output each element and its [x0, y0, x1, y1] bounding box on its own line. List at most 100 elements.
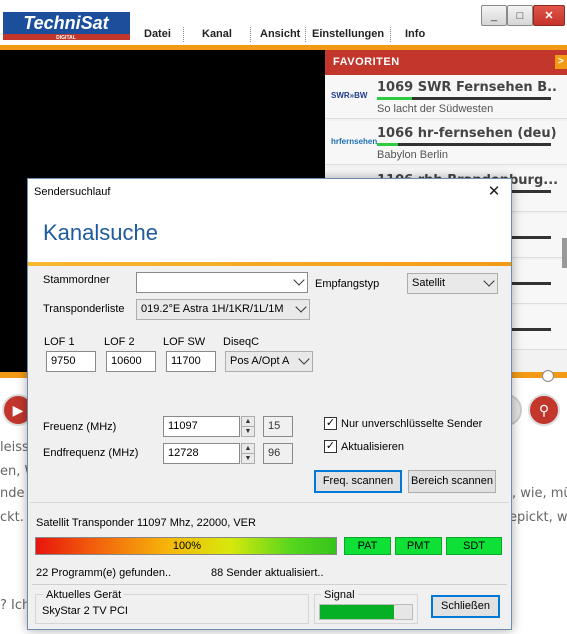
- favorites-scrollbar[interactable]: [562, 238, 567, 268]
- updated-count-text: 88 Sender aktualisiert..: [211, 567, 324, 579]
- transponderliste-label: Transponderliste: [43, 303, 125, 315]
- menu-ansicht[interactable]: Ansicht: [260, 28, 300, 40]
- spin-up-icon[interactable]: ▲: [242, 444, 254, 454]
- favorite-channel-item[interactable]: SWR»BW 1069 SWR Fernsehen B... So lacht de…: [325, 75, 567, 119]
- close-icon[interactable]: ✕: [485, 183, 503, 201]
- frequenz-label: Freuenz (MHz): [43, 421, 117, 433]
- device-groupbox: Aktuelles Gerät SkyStar 2 TV PCI: [35, 589, 309, 624]
- bg-text-line: leiss: [0, 440, 29, 455]
- empfangstyp-select[interactable]: Satellit: [407, 273, 498, 294]
- svg-text:TechniSat: TechniSat: [23, 13, 109, 33]
- sdt-badge: SDT: [446, 537, 502, 555]
- dialog-banner: Kanalsuche: [28, 206, 511, 266]
- minimize-button[interactable]: _: [481, 5, 507, 26]
- pat-badge: PAT: [344, 537, 391, 555]
- menu-kanal[interactable]: Kanal: [202, 28, 232, 40]
- lofsw-value: 11700: [171, 355, 201, 367]
- device-value: SkyStar 2 TV PCI: [42, 605, 128, 617]
- dialog-title: Sendersuchlauf: [34, 186, 111, 198]
- lofsw-label: LOF SW: [163, 336, 206, 348]
- dialog-titlebar: Sendersuchlauf ✕: [28, 179, 511, 206]
- programme-title: So lacht der Südwesten: [377, 103, 494, 115]
- transponderliste-select[interactable]: 019.2°E Astra 1H/1KR/1L/1M: [136, 299, 310, 320]
- app-header: TechniSat DIGITAL Datei Kanal Ansicht Ei…: [0, 0, 567, 46]
- programme-progress-bar: [377, 97, 551, 100]
- endfrequenz-spinner[interactable]: ▲ ▼: [241, 443, 255, 464]
- status-line: Satellit Transponder 11097 Mhz, 22000, V…: [36, 517, 256, 529]
- menu-separator: [390, 27, 391, 42]
- bg-text-line: epickt, wa: [509, 510, 567, 525]
- favorites-header: FAVORITEN >: [325, 50, 567, 75]
- signal-meter: [319, 604, 413, 620]
- close-icon: ✕: [544, 10, 554, 22]
- lof1-label: LOF 1: [44, 336, 75, 348]
- endfrequenz-index-value: 96: [268, 447, 281, 459]
- spin-down-icon[interactable]: ▼: [242, 427, 254, 437]
- signal-label: Signal: [321, 589, 358, 601]
- progress-label: 100%: [172, 540, 202, 552]
- divider: [32, 584, 507, 585]
- diseqc-value: Pos A/Opt A: [230, 355, 290, 367]
- bg-text-line: ? Ich: [0, 598, 31, 613]
- endfrequenz-index: 96: [263, 443, 293, 464]
- maximize-icon: □: [516, 9, 524, 22]
- bereich-scan-button[interactable]: Bereich scannen: [408, 470, 496, 493]
- spin-down-icon[interactable]: ▼: [242, 454, 254, 464]
- sendersuchlauf-dialog: Sendersuchlauf ✕ Kanalsuche Stammordner …: [27, 178, 512, 630]
- maximize-button[interactable]: □: [507, 5, 533, 26]
- menu-einstellungen[interactable]: Einstellungen: [312, 28, 384, 40]
- menu-separator: [305, 27, 306, 42]
- empfangstyp-label: Empfangstyp: [315, 278, 380, 290]
- unverschluesselt-checkbox[interactable]: ✓: [324, 417, 337, 430]
- programme-title: Babylon Berlin: [377, 149, 448, 161]
- diseqc-select[interactable]: Pos A/Opt A: [225, 351, 313, 372]
- lof2-field[interactable]: 10600: [106, 351, 156, 372]
- channel-title: 1066 hr-fernsehen (deu): [377, 126, 557, 141]
- chevron-down-icon: [298, 353, 310, 365]
- stammordner-select[interactable]: [136, 272, 308, 293]
- aktualisieren-label: Aktualisieren: [341, 441, 404, 453]
- programme-progress-fill: [377, 97, 412, 100]
- programme-progress-bar: [377, 143, 551, 146]
- scan-progress-bar: 100%: [35, 537, 337, 555]
- check-icon: ✓: [325, 417, 336, 429]
- chevron-down-icon: [293, 274, 305, 286]
- favorite-channel-item[interactable]: hrfernsehen 1066 hr-fernsehen (deu) Babylo…: [325, 121, 567, 165]
- chevron-right-icon[interactable]: >: [555, 55, 567, 69]
- menu-separator: [250, 27, 251, 42]
- close-button[interactable]: Schließen: [431, 595, 500, 618]
- signal-meter-fill: [320, 605, 394, 619]
- search-button[interactable]: ⚲: [528, 394, 560, 426]
- menu-info[interactable]: Info: [405, 28, 425, 40]
- lof1-value: 9750: [51, 355, 76, 367]
- menu-datei[interactable]: Datei: [144, 28, 171, 40]
- svg-text:DIGITAL: DIGITAL: [56, 35, 76, 40]
- app-close-button[interactable]: ✕: [533, 5, 565, 26]
- aktualisieren-checkbox[interactable]: ✓: [324, 440, 337, 453]
- channel-logo: hrfernsehen: [331, 137, 378, 146]
- spin-up-icon[interactable]: ▲: [242, 417, 254, 427]
- minimize-icon: _: [490, 9, 498, 22]
- bg-text-line: nde: [0, 486, 25, 501]
- lofsw-field[interactable]: 11700: [166, 351, 216, 372]
- endfrequenz-label: Endfrequenz (MHz): [43, 447, 139, 459]
- frequenz-index: 15: [263, 416, 293, 437]
- play-icon: ▶: [12, 402, 24, 418]
- channel-title: 1069 SWR Fernsehen B...: [377, 80, 557, 95]
- freq-scan-button[interactable]: Freq. scannen: [314, 470, 402, 493]
- signal-groupbox: Signal: [314, 589, 418, 624]
- diseqc-label: DiseqC: [223, 336, 260, 348]
- seek-slider-knob[interactable]: [542, 370, 554, 382]
- check-icon: ✓: [325, 440, 336, 452]
- frequenz-field[interactable]: 11097: [163, 416, 240, 437]
- lof2-value: 10600: [111, 355, 142, 367]
- frequenz-spinner[interactable]: ▲ ▼: [241, 416, 255, 437]
- chevron-down-icon: [483, 275, 495, 287]
- technisat-logo: TechniSat DIGITAL: [3, 12, 130, 40]
- endfrequenz-value: 12728: [168, 447, 199, 459]
- unverschluesselt-label: Nur unverschlüsselte Sender: [341, 418, 483, 430]
- channel-logo: SWR»BW: [331, 91, 368, 100]
- lof1-field[interactable]: 9750: [46, 351, 96, 372]
- scan-settings-group: Stammordner Empfangstyp Satellit Transpo…: [30, 265, 509, 503]
- endfrequenz-field[interactable]: 12728: [163, 443, 240, 464]
